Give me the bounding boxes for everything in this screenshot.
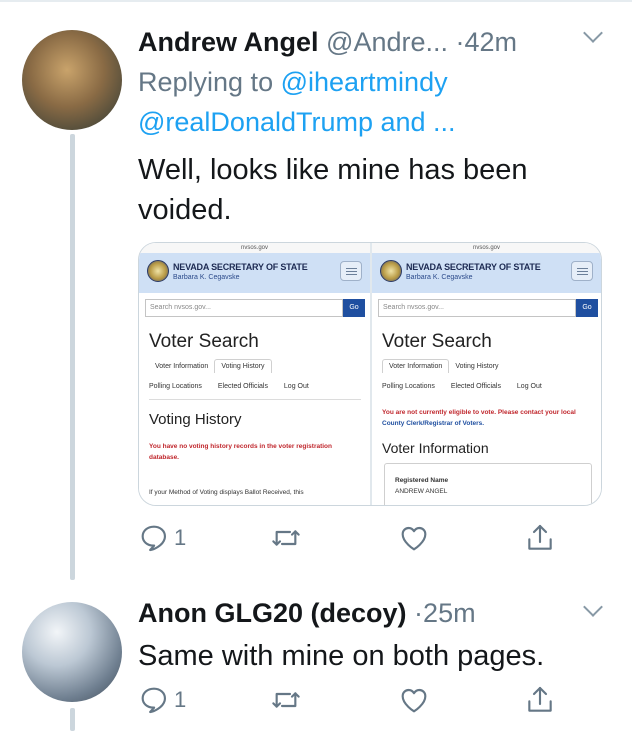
tab-voter-information: Voter Information [155, 363, 209, 370]
ineligible-warning-text: You are not currently eligible to vote. … [382, 409, 576, 416]
thread-line [70, 708, 75, 731]
site-go-button: Go [576, 299, 598, 317]
timestamp[interactable]: 25m [423, 598, 476, 628]
hamburger-menu-icon [571, 261, 593, 281]
site-search: Search nvsos.gov... Go [145, 299, 365, 317]
registered-name-value: ANDREW ANGEL [395, 488, 448, 495]
fine-print: If your Method of Voting displays Ballot… [149, 489, 304, 496]
share-icon [528, 686, 552, 712]
state-seal-icon [380, 260, 402, 282]
timestamp[interactable]: 42m [465, 27, 518, 57]
share-icon [528, 524, 552, 550]
link-polling-locations: Polling Locations [149, 383, 202, 390]
site-links: Polling Locations Elected Officials Log … [149, 383, 323, 390]
tab-voter-information: Voter Information [382, 359, 450, 373]
avatar[interactable] [22, 602, 122, 702]
display-name[interactable]: Anon GLG20 (decoy) [138, 598, 407, 628]
hamburger-menu-icon [340, 261, 362, 281]
share-button[interactable] [524, 520, 556, 556]
link-elected-officials: Elected Officials [450, 383, 501, 390]
tweet-media[interactable]: nvsos.gov NEVADA SECRETARY OF STATE Barb… [138, 242, 602, 506]
voter-search-heading: Voter Search [149, 331, 259, 352]
chevron-down-icon[interactable] [583, 23, 603, 43]
tab-voting-history: Voting History [455, 363, 499, 370]
tweet-header: Andrew Angel @Andre... ·42m [138, 27, 517, 57]
url-bar: nvsos.gov [372, 243, 601, 253]
site-header: NEVADA SECRETARY OF STATE Barbara K. Ceg… [372, 253, 601, 293]
thread-line [70, 134, 75, 580]
url-bar: nvsos.gov [139, 243, 370, 253]
retweet-icon [272, 692, 300, 708]
voter-information-title: Voter Information [382, 440, 489, 456]
site-search-input: Search nvsos.gov... [145, 299, 343, 317]
ineligible-warning: You are not currently eligible to vote. … [382, 407, 587, 429]
replying-prefix: Replying to [138, 67, 274, 97]
registered-name-label: Registered Name [395, 477, 449, 484]
share-button[interactable] [524, 682, 556, 718]
voting-history-title: Voting History [149, 411, 242, 428]
like-button[interactable] [398, 682, 430, 718]
site-links: Polling Locations Elected Officials Log … [382, 383, 556, 390]
reply-button[interactable]: 1 [138, 520, 186, 556]
state-seal-icon [147, 260, 169, 282]
site-tabs: Voter Information Voting History [382, 359, 505, 373]
tweet-text: Well, looks like mine has been voided. [138, 154, 528, 226]
like-icon [401, 526, 427, 551]
replying-to: Replying to @iheartmindy @realDonaldTrum… [138, 62, 608, 142]
reply-icon [141, 687, 166, 714]
site-subtitle: Barbara K. Cegavske [406, 274, 473, 281]
media-image-voting-history[interactable]: nvsos.gov NEVADA SECRETARY OF STATE Barb… [139, 243, 370, 505]
retweet-icon [272, 530, 300, 546]
reply-icon [141, 525, 166, 552]
media-image-voter-information[interactable]: nvsos.gov NEVADA SECRETARY OF STATE Barb… [370, 243, 601, 505]
avatar[interactable] [22, 30, 122, 130]
site-search: Search nvsos.gov... Go [378, 299, 598, 317]
like-button[interactable] [398, 520, 430, 556]
no-history-warning: You have no voting history records in th… [149, 443, 332, 461]
tweet-actions: 1 [138, 520, 578, 556]
tweet-header: Anon GLG20 (decoy) ·25m [138, 598, 476, 628]
retweet-button[interactable] [270, 682, 302, 718]
voter-search-heading: Voter Search [382, 331, 492, 352]
county-clerk-link: County Clerk/Registrar of Voters. [382, 420, 485, 427]
reply-count: 1 [174, 687, 187, 712]
link-elected-officials: Elected Officials [217, 383, 268, 390]
tweet-andrew-angel[interactable]: Andrew Angel @Andre... ·42m Replying to … [0, 0, 632, 580]
site-go-button: Go [343, 299, 365, 317]
divider [149, 399, 361, 400]
handle[interactable]: @Andre... [326, 27, 448, 57]
tab-voting-history: Voting History [214, 359, 272, 373]
site-tabs: Voter Information Voting History [149, 359, 272, 373]
chevron-down-icon[interactable] [583, 597, 603, 617]
separator: · [455, 27, 465, 57]
separator: · [414, 598, 424, 628]
reply-button[interactable]: 1 [138, 682, 186, 718]
site-search-input: Search nvsos.gov... [378, 299, 576, 317]
display-name[interactable]: Andrew Angel [138, 27, 319, 57]
tweet-text: Same with mine on both pages. [138, 640, 545, 672]
link-log-out: Log Out [516, 383, 542, 390]
reply-count: 1 [174, 525, 187, 550]
tweet-actions: 1 [138, 682, 578, 718]
retweet-button[interactable] [270, 520, 302, 556]
link-polling-locations: Polling Locations [382, 383, 435, 390]
link-log-out: Log Out [283, 383, 309, 390]
like-icon [401, 688, 427, 713]
site-title: NEVADA SECRETARY OF STATE [406, 262, 541, 272]
registered-name-box: Registered Name ANDREW ANGEL [384, 463, 592, 505]
site-header: NEVADA SECRETARY OF STATE Barbara K. Ceg… [139, 253, 370, 293]
site-subtitle: Barbara K. Cegavske [173, 274, 240, 281]
site-title: NEVADA SECRETARY OF STATE [173, 262, 308, 272]
tweet-anon-glg20[interactable]: Anon GLG20 (decoy) ·25m Same with mine o… [0, 580, 632, 731]
